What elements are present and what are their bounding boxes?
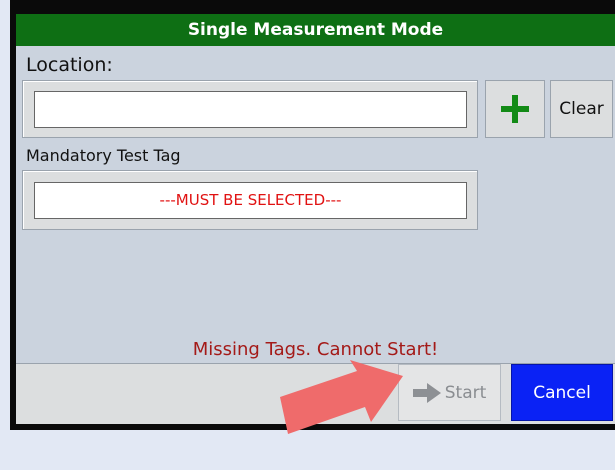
location-label: Location: <box>26 54 113 76</box>
clear-button[interactable]: Clear <box>550 80 613 138</box>
measurement-screen: Single Measurement Mode Location: Clear … <box>0 0 615 470</box>
test-tag-selector[interactable]: ---MUST BE SELECTED--- <box>34 182 467 219</box>
plus-icon <box>501 95 529 123</box>
start-button-label: Start <box>444 382 487 403</box>
location-input[interactable] <box>34 91 467 128</box>
mandatory-test-tag-label: Mandatory Test Tag <box>26 146 181 165</box>
cancel-button[interactable]: Cancel <box>511 364 613 421</box>
window-title: Single Measurement Mode <box>16 14 615 46</box>
status-message: Missing Tags. Cannot Start! <box>192 339 439 360</box>
add-location-button[interactable] <box>485 80 545 138</box>
arrow-right-icon <box>412 382 441 403</box>
start-button[interactable]: Start <box>398 364 501 421</box>
